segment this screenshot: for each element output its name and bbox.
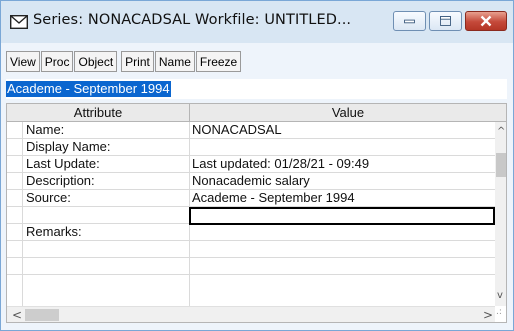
table-row[interactable]: Name: NONACADSAL <box>7 122 495 139</box>
series-envelope-icon <box>10 15 28 29</box>
table-row[interactable]: Description: Nonacademic salary <box>7 173 495 190</box>
title-bar[interactable]: Series: NONACADSAL Workfile: UNTITLED... <box>1 1 513 43</box>
table-row[interactable]: Display Name: <box>7 139 495 156</box>
edit-field-selection: Academe - September 1994 <box>6 81 171 97</box>
attribute-cell <box>26 258 188 274</box>
selected-cell-outline <box>189 207 495 225</box>
maximize-button[interactable] <box>429 11 462 31</box>
vertical-scrollbar[interactable]: ^ v <box>495 122 506 306</box>
series-window: Series: NONACADSAL Workfile: UNTITLED...… <box>0 0 514 331</box>
close-icon <box>480 15 492 27</box>
maximize-icon <box>440 16 451 26</box>
value-cell[interactable]: Nonacademic salary <box>192 173 492 189</box>
attribute-cell: Last Update: <box>26 156 100 171</box>
minimize-icon <box>404 19 415 24</box>
view-button[interactable]: View <box>6 51 40 72</box>
edit-field[interactable]: Academe - September 1994 <box>6 79 507 99</box>
value-cell[interactable]: Academe - September 1994 <box>192 190 492 206</box>
scroll-right-arrow[interactable]: > <box>483 308 493 322</box>
window-title: Series: NONACADSAL Workfile: UNTITLED... <box>33 12 352 28</box>
table-row[interactable]: Source: Academe - September 1994 <box>7 190 495 207</box>
name-button[interactable]: Name <box>154 51 195 72</box>
value-cell[interactable]: Last updated: 01/28/21 - 09:49 <box>192 156 492 172</box>
proc-button[interactable]: Proc <box>40 51 74 72</box>
attribute-cell: Description: <box>26 173 95 188</box>
freeze-button[interactable]: Freeze <box>195 51 242 72</box>
attribute-cell: Name: <box>26 122 65 137</box>
label-table: Attribute Value Name: NONACADSAL Display… <box>6 103 507 323</box>
horizontal-scrollbar[interactable]: < > <box>7 306 495 322</box>
table-row[interactable] <box>7 241 495 258</box>
value-cell[interactable] <box>192 258 492 274</box>
vertical-scroll-thumb[interactable] <box>496 153 506 177</box>
attribute-cell <box>26 207 188 223</box>
close-button[interactable] <box>465 11 507 31</box>
attribute-cell: Source: <box>26 190 71 205</box>
attribute-cell: Remarks: <box>26 224 82 239</box>
print-button[interactable]: Print <box>121 51 154 72</box>
value-cell[interactable]: NONACADSAL <box>192 122 492 138</box>
table-row[interactable]: Last Update: Last updated: 01/28/21 - 09… <box>7 156 495 173</box>
scroll-left-arrow[interactable]: < <box>12 308 22 322</box>
scroll-up-arrow[interactable]: ^ <box>497 126 505 137</box>
value-column-header[interactable]: Value <box>190 104 506 122</box>
table-row[interactable] <box>7 258 495 275</box>
object-button[interactable]: Object <box>74 51 118 72</box>
value-cell[interactable] <box>192 139 492 155</box>
horizontal-scroll-thumb[interactable] <box>25 309 59 321</box>
attribute-cell: Display Name: <box>26 139 111 154</box>
minimize-button[interactable] <box>393 11 426 31</box>
resize-grip-icon[interactable]: .: <box>496 307 502 317</box>
table-row[interactable]: Remarks: <box>7 224 495 241</box>
attribute-cell <box>26 241 188 257</box>
scroll-down-arrow[interactable]: v <box>497 290 503 301</box>
value-cell[interactable] <box>192 224 492 240</box>
attribute-column-header[interactable]: Attribute <box>7 104 190 122</box>
toolbar: View Proc Object Print Name Freeze <box>6 51 242 73</box>
value-cell[interactable] <box>192 241 492 257</box>
